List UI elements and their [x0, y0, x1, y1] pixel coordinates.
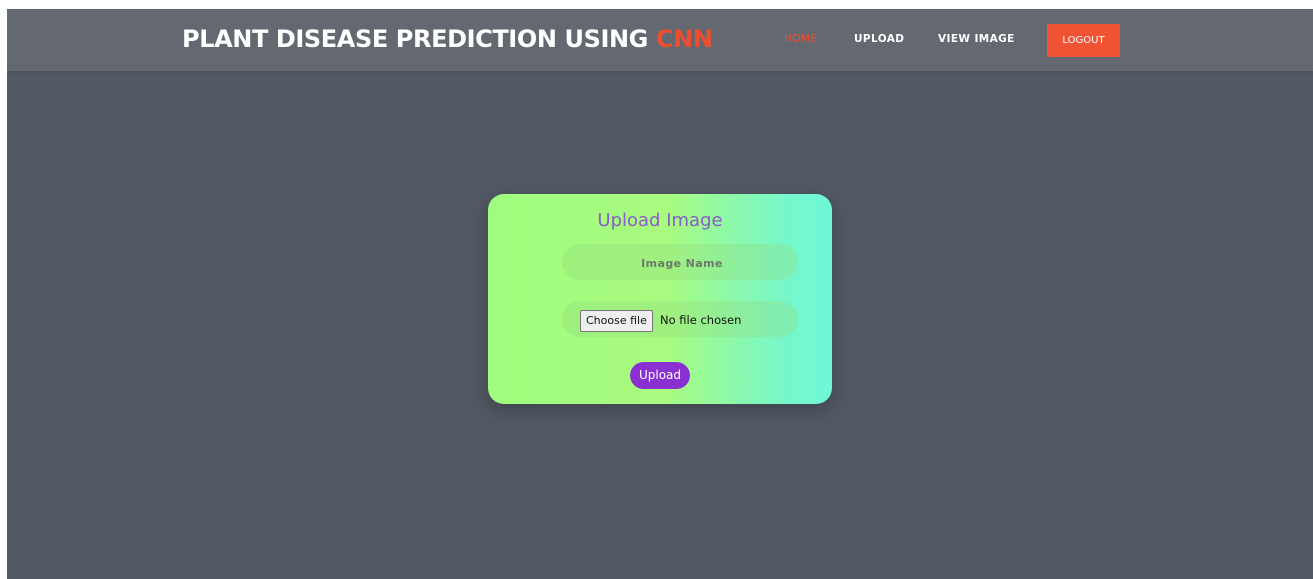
choose-file-button[interactable]: Choose file [580, 310, 653, 332]
site-title-text: PLANT DISEASE PREDICTION USING [182, 25, 656, 53]
nav-upload-link[interactable]: UPLOAD [854, 33, 904, 45]
file-status-text: No file chosen [660, 313, 742, 327]
site-title: PLANT DISEASE PREDICTION USING CNN [182, 25, 713, 53]
nav-home-link[interactable]: HOME [784, 33, 817, 45]
upload-image-card: Upload Image Choose file No file chosen … [488, 194, 832, 404]
site-title-accent: CNN [655, 25, 713, 53]
app-frame: PLANT DISEASE PREDICTION USING CNN HOME … [7, 9, 1313, 579]
logout-button[interactable]: LOGOUT [1047, 24, 1120, 57]
top-navbar: PLANT DISEASE PREDICTION USING CNN HOME … [7, 9, 1313, 71]
image-name-input[interactable] [562, 244, 802, 282]
nav-view-image-link[interactable]: VIEW IMAGE [938, 33, 1015, 45]
image-name-field-wrapper [562, 244, 802, 282]
card-title: Upload Image [597, 210, 723, 231]
upload-button[interactable]: Upload [630, 362, 690, 389]
file-input-wrapper: Choose file No file chosen [562, 301, 798, 337]
